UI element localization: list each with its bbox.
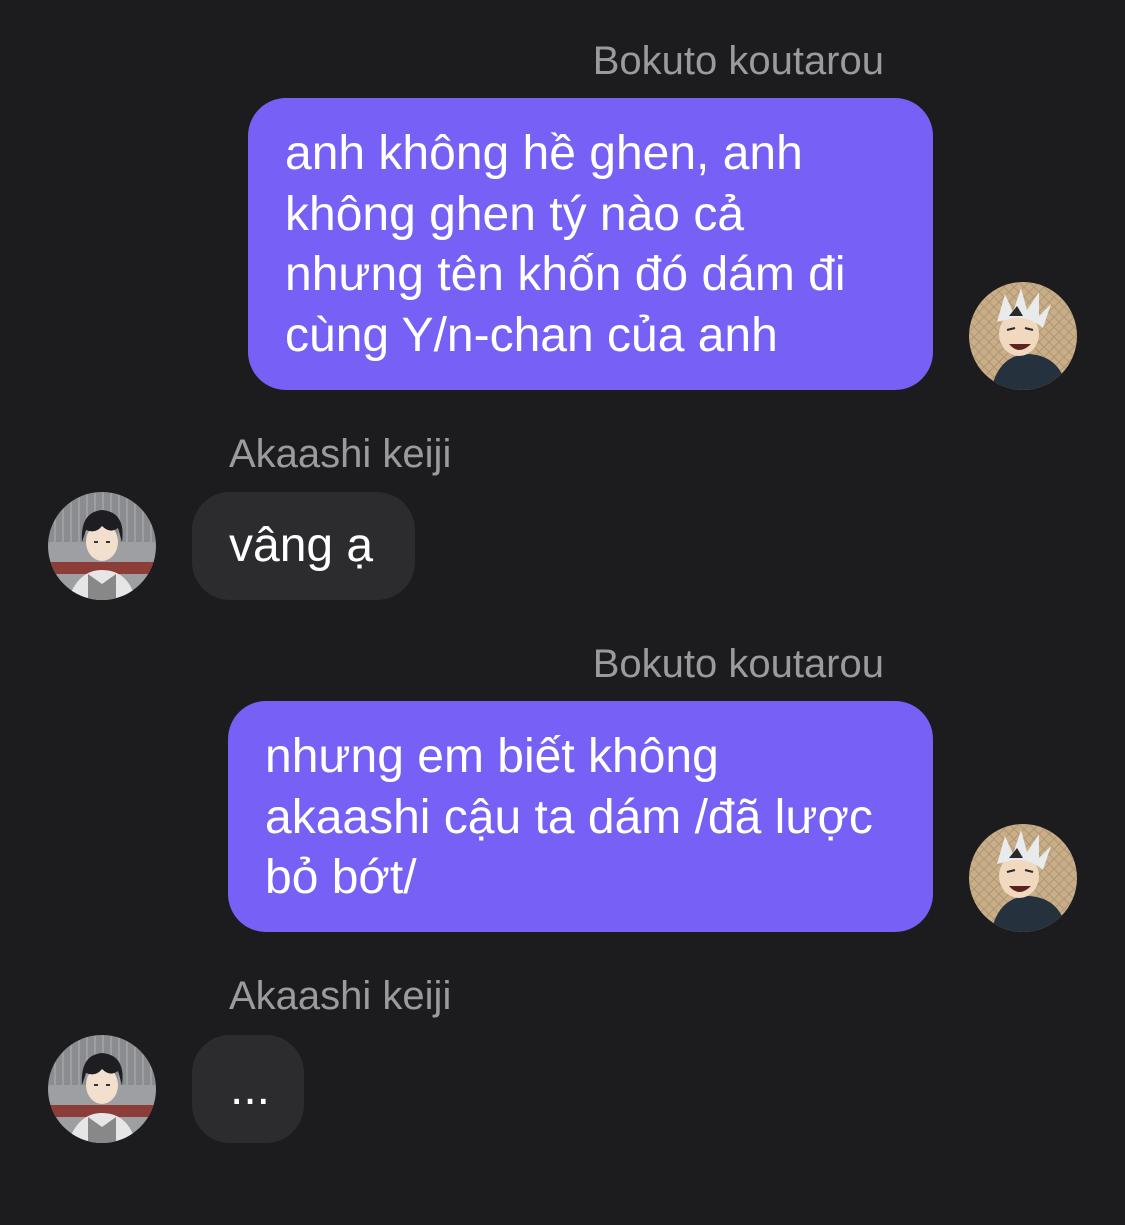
bokuto-avatar[interactable] xyxy=(969,824,1077,932)
message-bubble-outgoing[interactable]: nhưng em biết không akaashi cậu ta dám /… xyxy=(228,701,933,932)
akaashi-avatar[interactable] xyxy=(48,492,156,600)
message-bubble-incoming[interactable]: ... xyxy=(192,1035,304,1143)
message-bubble-incoming[interactable]: vâng ạ xyxy=(192,492,415,600)
akaashi-avatar[interactable] xyxy=(48,1035,156,1143)
sender-name-akaashi: Akaashi keiji xyxy=(229,974,452,1018)
sender-name-bokuto: Bokuto koutarou xyxy=(592,642,884,686)
bokuto-avatar[interactable] xyxy=(969,282,1077,390)
sender-name-akaashi: Akaashi keiji xyxy=(229,432,452,476)
sender-name-bokuto: Bokuto koutarou xyxy=(592,39,884,83)
message-bubble-outgoing[interactable]: anh không hề ghen, anh không ghen tý nào… xyxy=(248,98,933,390)
